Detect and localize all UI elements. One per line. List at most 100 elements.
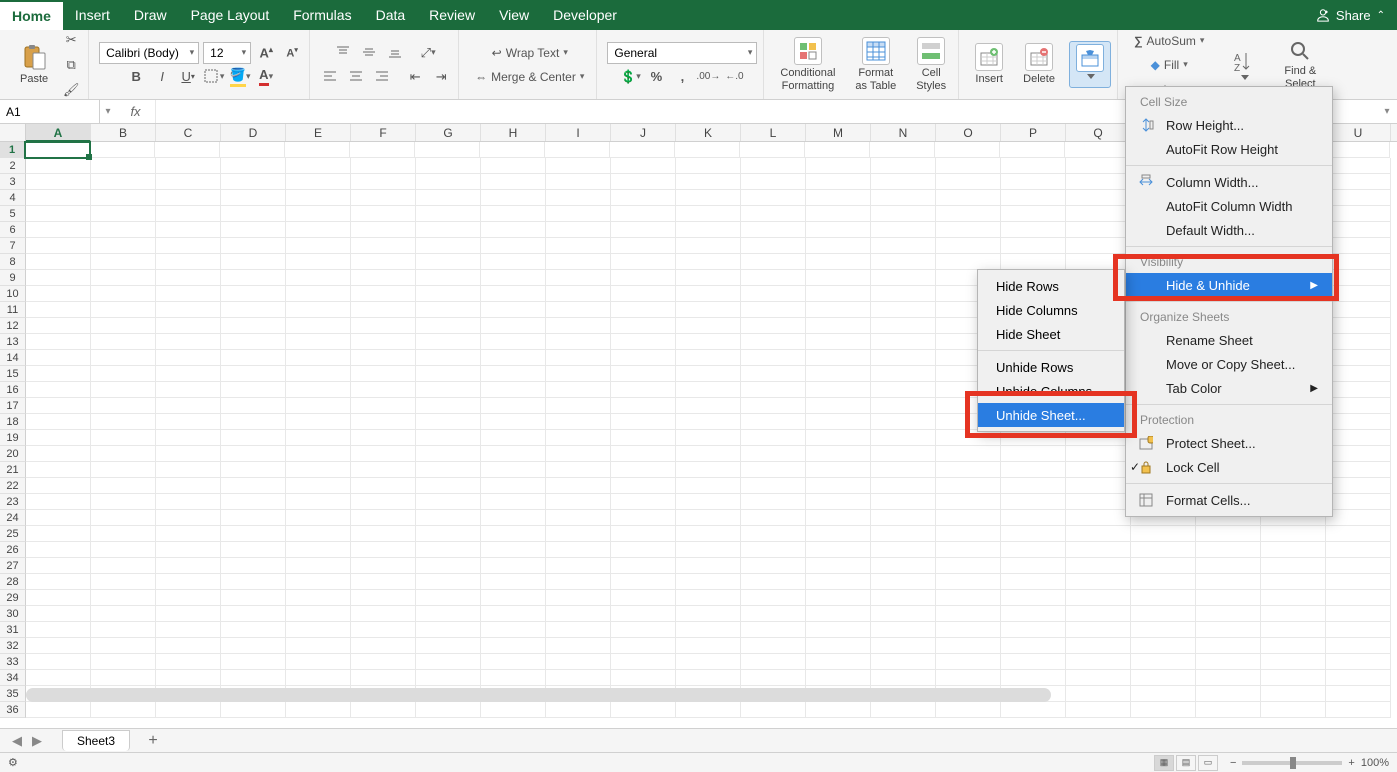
cell[interactable]: [741, 270, 806, 286]
cell[interactable]: [221, 638, 286, 654]
row-header[interactable]: 21: [0, 462, 26, 478]
cell[interactable]: [221, 158, 286, 174]
cell[interactable]: [871, 286, 936, 302]
row-header[interactable]: 30: [0, 606, 26, 622]
cell[interactable]: [1001, 478, 1066, 494]
cell[interactable]: [741, 190, 806, 206]
name-box-dropdown[interactable]: ▾: [100, 106, 116, 117]
cell[interactable]: [156, 542, 221, 558]
tab-data[interactable]: Data: [364, 0, 418, 30]
cell[interactable]: [286, 414, 351, 430]
cell[interactable]: [676, 542, 741, 558]
cell[interactable]: [286, 238, 351, 254]
cell[interactable]: [481, 558, 546, 574]
cell[interactable]: [546, 238, 611, 254]
align-left-button[interactable]: [320, 66, 342, 88]
cell[interactable]: [91, 286, 156, 302]
cell[interactable]: [1066, 478, 1131, 494]
row-header[interactable]: 31: [0, 622, 26, 638]
cell[interactable]: [481, 526, 546, 542]
cell[interactable]: [416, 158, 481, 174]
cell[interactable]: [1001, 462, 1066, 478]
cell[interactable]: [871, 430, 936, 446]
cell[interactable]: [806, 190, 871, 206]
cell[interactable]: [26, 398, 91, 414]
cell[interactable]: [1131, 702, 1196, 718]
cell[interactable]: [676, 334, 741, 350]
cell[interactable]: [936, 670, 1001, 686]
cell[interactable]: [806, 478, 871, 494]
row-header[interactable]: 16: [0, 382, 26, 398]
cell[interactable]: [936, 558, 1001, 574]
cell[interactable]: [91, 158, 156, 174]
cell[interactable]: [481, 222, 546, 238]
cell[interactable]: [936, 190, 1001, 206]
cell[interactable]: [286, 174, 351, 190]
cell[interactable]: [286, 286, 351, 302]
cell[interactable]: [740, 142, 805, 158]
cell[interactable]: [546, 398, 611, 414]
cell[interactable]: [806, 606, 871, 622]
cell[interactable]: [221, 670, 286, 686]
cell[interactable]: [351, 238, 416, 254]
italic-button[interactable]: I: [151, 66, 173, 88]
cell[interactable]: [611, 414, 676, 430]
cell[interactable]: [26, 334, 91, 350]
cell[interactable]: [156, 510, 221, 526]
cell[interactable]: [936, 542, 1001, 558]
cell[interactable]: [26, 510, 91, 526]
cell[interactable]: [546, 382, 611, 398]
cell[interactable]: [611, 398, 676, 414]
normal-view-button[interactable]: ▦: [1154, 755, 1174, 771]
cell[interactable]: [741, 622, 806, 638]
cell[interactable]: [871, 526, 936, 542]
formula-expand[interactable]: ▾: [1377, 106, 1397, 117]
cell[interactable]: [676, 398, 741, 414]
cell[interactable]: [806, 350, 871, 366]
cell[interactable]: [351, 398, 416, 414]
cell[interactable]: [1326, 606, 1391, 622]
cell[interactable]: [156, 654, 221, 670]
cell[interactable]: [1131, 558, 1196, 574]
cell[interactable]: [1326, 222, 1391, 238]
cell[interactable]: [871, 574, 936, 590]
cell[interactable]: [351, 174, 416, 190]
cell[interactable]: [1066, 494, 1131, 510]
cell[interactable]: [1066, 158, 1131, 174]
cell[interactable]: [611, 526, 676, 542]
cell[interactable]: [91, 606, 156, 622]
cell[interactable]: [481, 366, 546, 382]
cell[interactable]: [221, 654, 286, 670]
cell[interactable]: [1066, 446, 1131, 462]
cell[interactable]: [26, 494, 91, 510]
cell[interactable]: [1131, 622, 1196, 638]
cell[interactable]: [1326, 542, 1391, 558]
row-header[interactable]: 36: [0, 702, 26, 718]
cell[interactable]: [871, 366, 936, 382]
tab-draw[interactable]: Draw: [122, 0, 179, 30]
cell[interactable]: [806, 238, 871, 254]
cell[interactable]: [1326, 702, 1391, 718]
cell[interactable]: [741, 510, 806, 526]
cell[interactable]: [156, 478, 221, 494]
autosum-button[interactable]: ∑AutoSum: [1128, 30, 1210, 52]
cell[interactable]: [26, 350, 91, 366]
cell[interactable]: [871, 702, 936, 718]
cell[interactable]: [1066, 174, 1131, 190]
row-header[interactable]: 10: [0, 286, 26, 302]
cell[interactable]: [741, 334, 806, 350]
row-header[interactable]: 19: [0, 430, 26, 446]
cell[interactable]: [416, 398, 481, 414]
zoom-out-button[interactable]: −: [1230, 757, 1236, 769]
cell[interactable]: [1001, 574, 1066, 590]
cell[interactable]: [91, 414, 156, 430]
cell[interactable]: [156, 670, 221, 686]
cell[interactable]: [741, 494, 806, 510]
row-header[interactable]: 2: [0, 158, 26, 174]
cell[interactable]: [676, 478, 741, 494]
format-as-table-button[interactable]: Format as Table: [849, 35, 902, 93]
cell[interactable]: [871, 622, 936, 638]
cell[interactable]: [936, 622, 1001, 638]
cell[interactable]: [1131, 670, 1196, 686]
cell[interactable]: [1261, 606, 1326, 622]
